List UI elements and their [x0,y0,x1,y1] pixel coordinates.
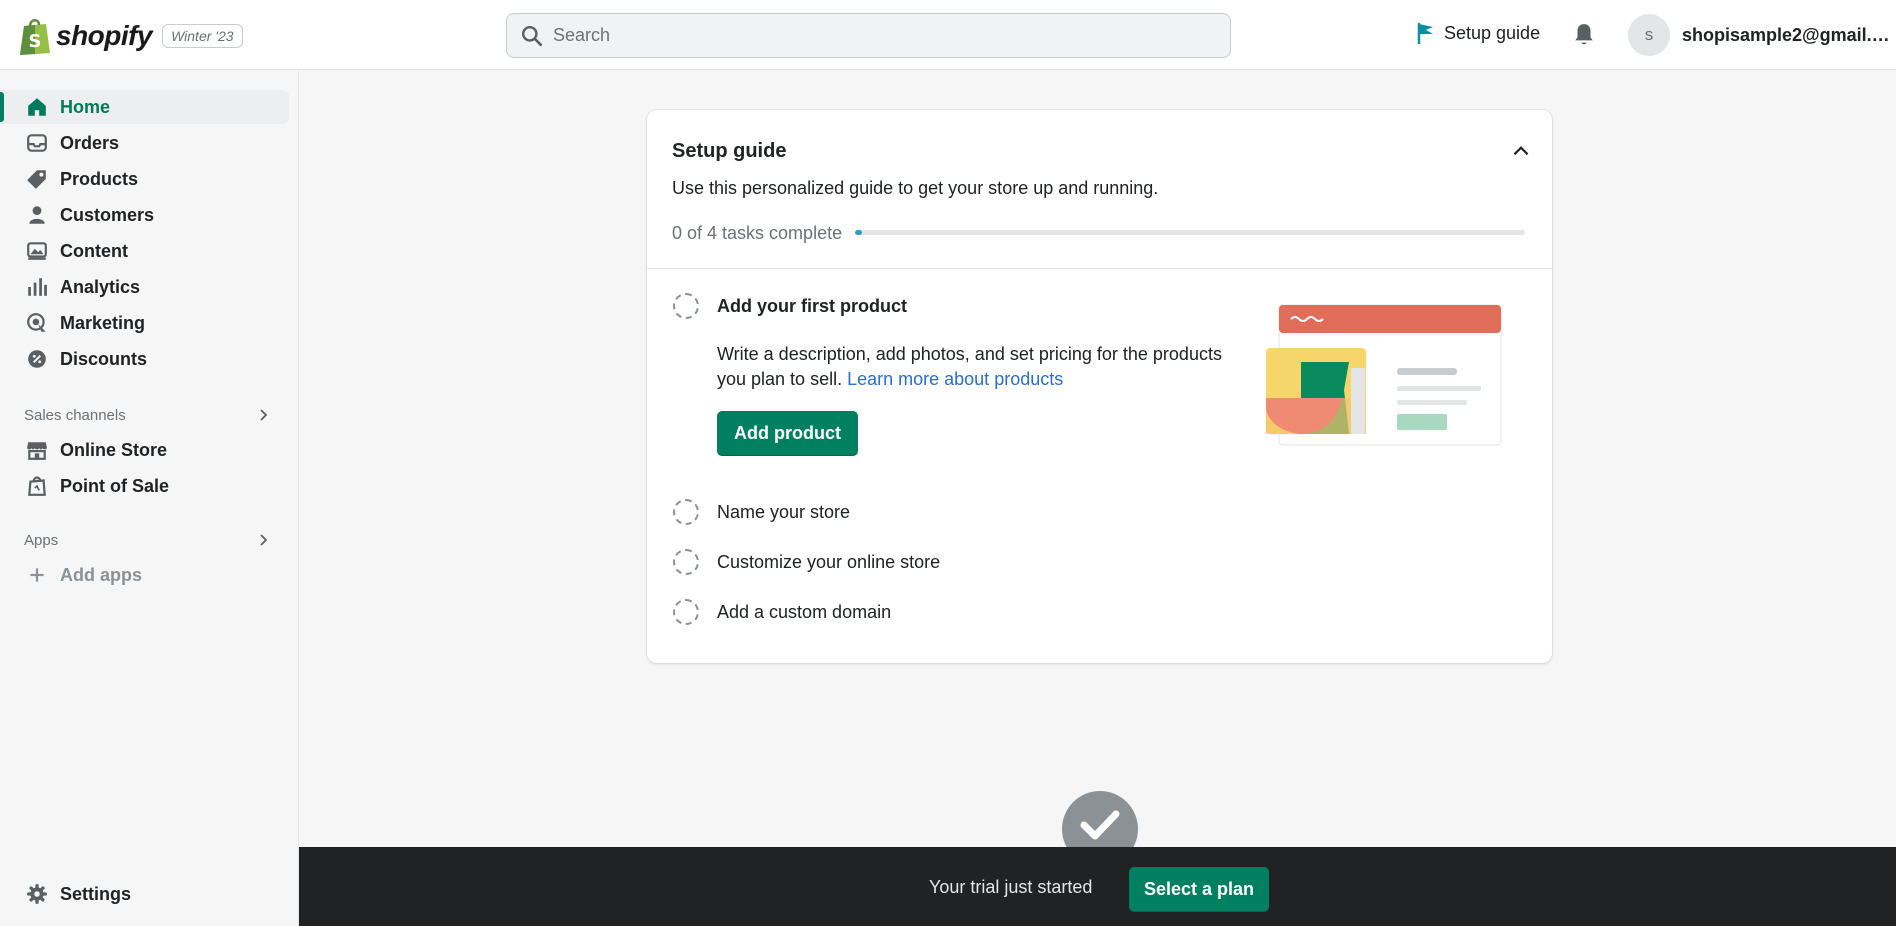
sidebar-item-home[interactable]: Home [0,90,289,124]
sidebar-item-products[interactable]: Products [0,162,289,196]
image-icon [27,242,47,260]
search-bar[interactable] [506,13,1231,58]
sidebar-item-add-apps[interactable]: Add apps [0,558,289,592]
shopping-bag-icon [28,476,46,496]
task-name-store[interactable]: Name your store [717,502,850,523]
progress-text: 0 of 4 tasks complete [672,223,843,243]
divider [647,268,1552,269]
setup-guide-label: Setup guide [1444,22,1541,43]
task-checkbox[interactable] [673,293,699,319]
setup-guide-link[interactable]: Setup guide [1416,22,1540,44]
task-checkbox[interactable] [673,599,699,625]
chevron-right-icon [260,534,268,546]
sidebar-item-marketing[interactable]: Marketing [0,306,289,340]
avatar: s [1628,14,1670,56]
chevron-right-icon [260,409,268,421]
sidebar-item-analytics[interactable]: Analytics [0,270,289,304]
brand-name: shopify [56,20,153,51]
task-description: Write a description, add photos, and set… [717,342,1227,392]
search-icon [521,25,543,46]
store-icon [27,442,47,460]
sidebar-item-label: Orders [60,132,120,153]
bar-chart-icon [28,278,47,296]
add-product-button[interactable]: Add product [717,411,858,456]
sidebar-item-discounts[interactable]: Discounts [0,342,289,376]
notifications-bell-icon[interactable] [1571,22,1597,48]
task-add-product[interactable]: Add your first product [717,296,907,317]
card-title: Setup guide [672,140,787,162]
task-checkbox[interactable] [673,499,699,525]
account-email: shopisample2@gmail.com [1682,24,1892,45]
progress-fill [855,230,862,235]
shopify-bag-icon: S [18,17,52,55]
sidebar-item-label: Customers [60,204,155,225]
sidebar-item-label: Point of Sale [60,475,170,496]
search-input[interactable] [553,25,1193,46]
account-menu[interactable]: s shopisample2@gmail.com [1628,14,1892,56]
person-icon [29,206,45,224]
apps-heading[interactable]: Apps [0,527,289,553]
sales-channels-heading[interactable]: Sales channels [0,402,289,428]
sidebar-item-orders[interactable]: Orders [0,126,289,160]
task-checkbox[interactable] [673,549,699,575]
trial-banner: Your trial just started Select a plan [299,847,1896,926]
trial-text: Your trial just started [929,877,1093,897]
home-icon [28,98,46,116]
sidebar-item-label: Marketing [60,312,146,333]
flag-icon [1417,22,1433,44]
plus-icon [30,568,44,582]
sidebar-item-label: Discounts [60,348,148,369]
svg-text:S: S [29,31,42,52]
sidebar-item-label: Home [60,96,111,117]
select-plan-button[interactable]: Select a plan [1129,867,1269,912]
sidebar-item-label: Settings [60,883,132,904]
sidebar-item-content[interactable]: Content [0,234,289,268]
sidebar-item-customers[interactable]: Customers [0,198,289,232]
version-badge: Winter '23 [162,24,243,48]
card-description: Use this personalized guide to get your … [672,178,1159,198]
learn-more-link[interactable]: Learn more about products [847,369,1063,389]
product-illustration [1264,300,1514,450]
gear-icon [27,884,47,904]
tag-icon [27,170,46,189]
chevron-up-icon[interactable] [1510,140,1532,162]
progress-bar [855,230,1525,235]
top-bar: S shopify Winter '23 Setup guide s shopi… [0,0,1896,70]
target-icon [27,313,46,332]
section-heading-label: Sales channels [24,406,126,424]
sidebar-item-point-of-sale[interactable]: Point of Sale [0,469,289,503]
sidebar-item-settings[interactable]: Settings [0,877,289,911]
inbox-icon [27,134,47,152]
task-custom-domain[interactable]: Add a custom domain [717,602,891,623]
sidebar-item-label: Content [60,240,128,261]
task-customize-store[interactable]: Customize your online store [717,552,940,573]
sidebar-item-label: Online Store [60,439,168,460]
discount-icon [28,350,46,368]
section-heading-label: Apps [24,531,59,549]
sidebar-item-label: Products [60,168,139,189]
shopify-logo[interactable]: S shopify Winter '23 [18,16,243,56]
sidebar-item-label: Add apps [60,564,143,585]
sidebar-item-label: Analytics [60,276,141,297]
sidebar-item-online-store[interactable]: Online Store [0,433,289,467]
setup-guide-card: Setup guide Use this personalized guide … [647,110,1552,663]
sidebar: Home Orders Products Customers Content A… [0,71,299,926]
